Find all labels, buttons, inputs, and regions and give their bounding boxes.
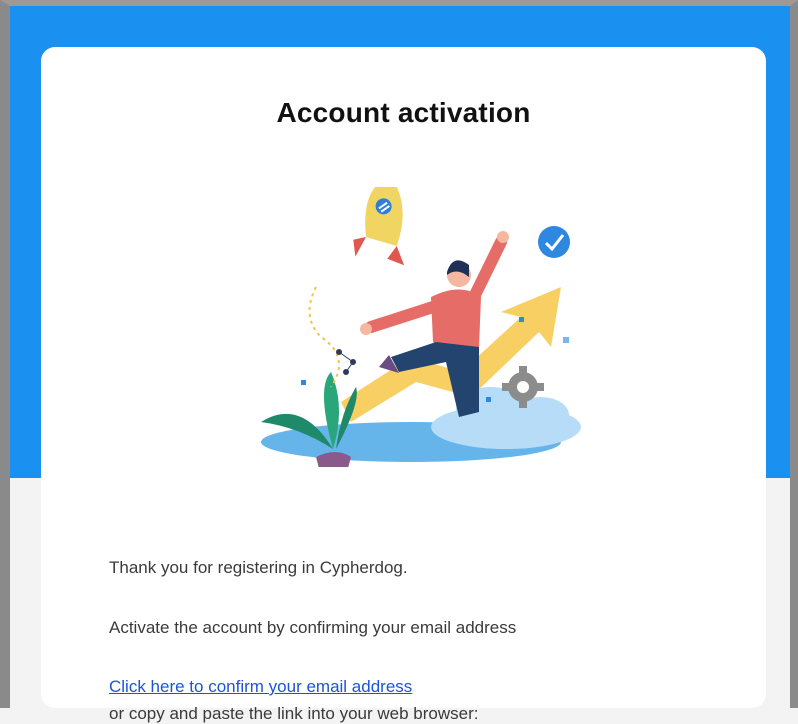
page-title: Account activation bbox=[276, 97, 531, 128]
rocket-icon bbox=[353, 187, 405, 266]
checkmark-badge-icon bbox=[538, 226, 570, 258]
cloud-icon bbox=[431, 387, 581, 449]
activation-illustration bbox=[261, 187, 581, 467]
copy-link-text: or copy and paste the link into your web… bbox=[109, 704, 479, 723]
rocket-trail bbox=[308, 286, 340, 388]
instruction-text: Activate the account by confirming your … bbox=[109, 618, 517, 637]
window-frame: Account activation Thank you for registe… bbox=[0, 0, 798, 723]
thanks-text: Thank you for registering in Cypherdog. bbox=[109, 558, 408, 577]
confirm-email-link[interactable]: Click here to confirm your email address bbox=[109, 677, 412, 697]
email-card: Account activation Thank you for registe… bbox=[41, 47, 766, 723]
